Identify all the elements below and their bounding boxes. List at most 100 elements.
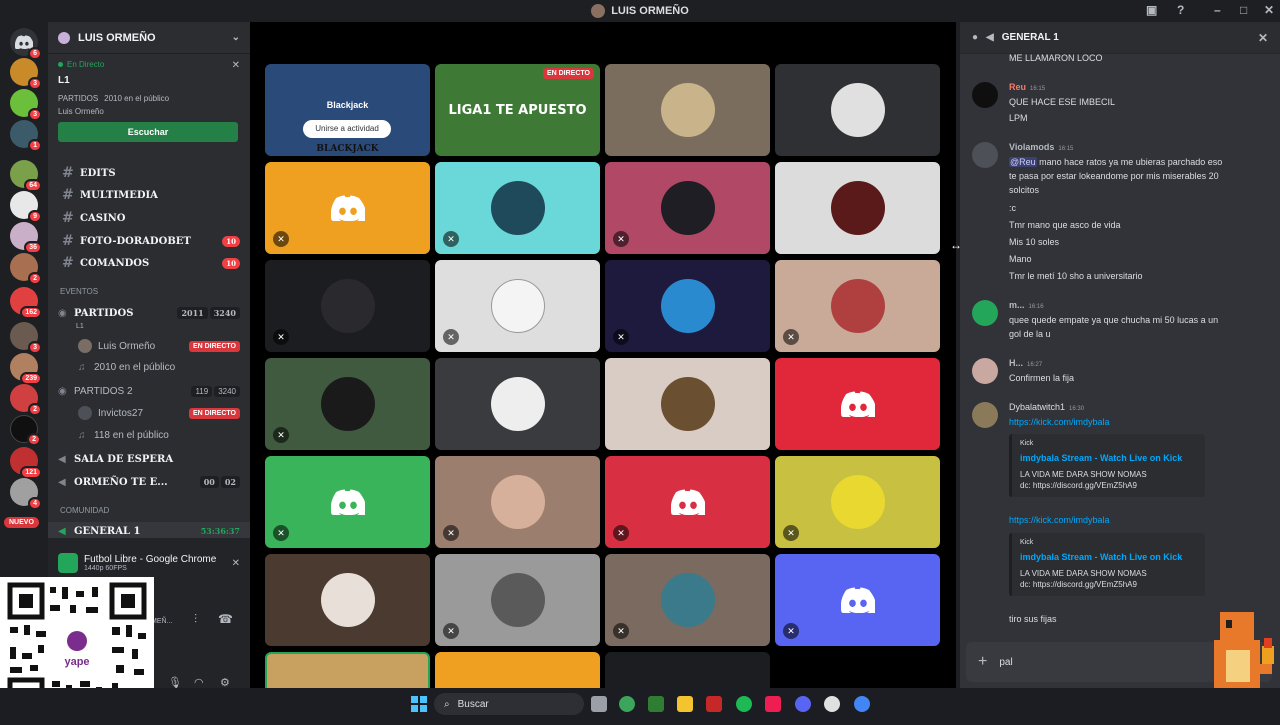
message-author[interactable]: Dybalatwitch1 16:30 bbox=[1009, 402, 1084, 412]
app-icon[interactable] bbox=[706, 696, 722, 712]
voice-user-row[interactable]: Invictos27 EN DIRECTO bbox=[48, 404, 250, 422]
server-icon[interactable]: 3 bbox=[10, 322, 42, 354]
participant-tile[interactable]: ✕ bbox=[435, 554, 600, 646]
message-author[interactable]: m... 16:16 bbox=[1009, 300, 1044, 310]
participant-tile[interactable] bbox=[435, 652, 600, 688]
participant-tile[interactable] bbox=[605, 652, 770, 688]
participant-tile[interactable]: ✕ bbox=[775, 554, 940, 646]
participant-tile[interactable]: ✕ bbox=[265, 358, 430, 450]
participant-tile[interactable]: ✕ bbox=[265, 260, 430, 352]
tiktok-icon[interactable] bbox=[765, 696, 781, 712]
server-icon[interactable]: 4 bbox=[10, 478, 42, 510]
participant-tile-speaking[interactable] bbox=[265, 652, 430, 688]
category-comunidad[interactable]: COMUNIDAD bbox=[60, 506, 109, 515]
participant-tile[interactable] bbox=[605, 358, 770, 450]
channel-comandos[interactable]: # COMANDOS 10 bbox=[48, 254, 250, 272]
embed-title[interactable]: imdybala Stream - Watch Live on Kick bbox=[1020, 552, 1197, 562]
channel-casino[interactable]: # CASINO bbox=[48, 209, 250, 227]
channel-edits[interactable]: # EDITS bbox=[48, 164, 250, 182]
close-window-icon[interactable]: ✕ bbox=[1264, 3, 1274, 17]
composer-input[interactable]: pal bbox=[999, 657, 1012, 668]
message-link[interactable]: https://kick.com/imdybala bbox=[1009, 416, 1249, 429]
participant-tile[interactable]: ✕ bbox=[605, 554, 770, 646]
spotify-icon[interactable] bbox=[736, 696, 752, 712]
participant-tile[interactable]: ✕ bbox=[435, 162, 600, 254]
task-view-icon[interactable] bbox=[591, 696, 607, 712]
category-events[interactable]: EVENTOS bbox=[60, 287, 98, 296]
message-author[interactable]: Reu 16:15 bbox=[1009, 82, 1045, 92]
listen-button[interactable]: Escuchar bbox=[58, 122, 238, 142]
close-chat-icon[interactable]: ✕ bbox=[1258, 31, 1268, 45]
server-icon[interactable]: 64 bbox=[10, 160, 42, 192]
server-icon[interactable]: 2 bbox=[10, 253, 42, 285]
server-icon[interactable]: 239 bbox=[10, 353, 42, 385]
voice-ormeno[interactable]: ◀ ORMEÑO TE E... 00 02 bbox=[48, 473, 250, 491]
avatar[interactable] bbox=[972, 142, 998, 168]
server-icon[interactable]: 3 bbox=[10, 58, 42, 90]
avatar[interactable] bbox=[972, 402, 998, 428]
server-icon[interactable]: 121 bbox=[10, 447, 42, 479]
participant-tile[interactable]: ✕ bbox=[435, 456, 600, 548]
participant-tile[interactable] bbox=[435, 358, 600, 450]
minecraft-icon[interactable] bbox=[648, 696, 664, 712]
app-icon[interactable] bbox=[824, 696, 840, 712]
stop-stream-icon[interactable]: ✕ bbox=[232, 558, 240, 569]
participant-tile[interactable]: ✕ bbox=[265, 456, 430, 548]
avatar[interactable] bbox=[972, 300, 998, 326]
message-link[interactable]: https://kick.com/imdybala bbox=[1009, 514, 1249, 527]
add-attachment-icon[interactable]: + bbox=[978, 653, 987, 671]
close-icon[interactable]: ✕ bbox=[232, 60, 240, 71]
participant-tile[interactable] bbox=[775, 162, 940, 254]
voice-audience-row[interactable]: ♫ 2010 en el público bbox=[48, 358, 250, 376]
participant-tile[interactable]: ✕ bbox=[775, 456, 940, 548]
server-icon[interactable]: 1 bbox=[10, 120, 42, 152]
discord-home-icon[interactable]: 6 bbox=[10, 28, 42, 60]
user-mention[interactable]: @Reu bbox=[1009, 157, 1037, 167]
participant-tile[interactable]: ✕ bbox=[605, 260, 770, 352]
participant-tile[interactable]: ✕ bbox=[265, 162, 430, 254]
server-icon[interactable]: 2 bbox=[10, 415, 41, 446]
chrome-icon[interactable] bbox=[619, 696, 635, 712]
message-author[interactable]: Violamods 16:15 bbox=[1009, 142, 1073, 152]
participant-tile[interactable]: ✕ bbox=[775, 260, 940, 352]
server-icon[interactable]: 2 bbox=[10, 384, 42, 416]
minimize-icon[interactable]: – bbox=[1214, 3, 1221, 17]
avatar[interactable] bbox=[972, 358, 998, 384]
voice-audience-row[interactable]: ♫ 118 en el público bbox=[48, 426, 250, 444]
stream-tile-liga1[interactable]: LIGA1 TE APUESTO EN DIRECTO bbox=[435, 64, 600, 156]
participant-tile[interactable]: ✕ bbox=[605, 456, 770, 548]
chrome-profile-icon[interactable] bbox=[854, 696, 870, 712]
help-icon[interactable]: ? bbox=[1177, 3, 1184, 17]
participant-tile[interactable] bbox=[775, 64, 940, 156]
disconnect-icon[interactable]: ☎ bbox=[218, 612, 233, 626]
message-author[interactable]: H... 16:27 bbox=[1009, 358, 1042, 368]
taskbar-search[interactable]: ⌕ Buscar bbox=[434, 693, 584, 715]
participant-tile[interactable]: ✕ bbox=[435, 260, 600, 352]
maximize-icon[interactable]: □ bbox=[1240, 3, 1247, 17]
join-activity-button[interactable]: Unirse a actividad bbox=[303, 120, 391, 138]
server-icon[interactable]: 9 bbox=[10, 191, 42, 223]
server-icon[interactable]: 162 bbox=[10, 287, 42, 319]
voice-partidos-2[interactable]: ◉ PARTIDOS 2 119 3240 bbox=[48, 382, 250, 400]
embed-title[interactable]: imdybala Stream - Watch Live on Kick bbox=[1020, 453, 1197, 463]
server-icon[interactable]: 3 bbox=[10, 89, 42, 121]
chevron-down-icon[interactable]: ⌄ bbox=[232, 32, 240, 43]
participant-tile[interactable]: ✕ bbox=[605, 162, 770, 254]
server-header[interactable]: LUIS ORMEÑO ⌄ bbox=[48, 22, 250, 54]
discord-taskbar-icon[interactable] bbox=[795, 696, 811, 712]
participant-tile[interactable] bbox=[265, 554, 430, 646]
hash-icon: # bbox=[62, 165, 74, 181]
channel-foto-doradobet[interactable]: # FOTO-DORADOBET 10 bbox=[48, 232, 250, 250]
file-explorer-icon[interactable] bbox=[677, 696, 693, 712]
avatar[interactable] bbox=[972, 82, 998, 108]
soundboard-icon[interactable]: ⫶ bbox=[194, 612, 197, 627]
participant-tile[interactable] bbox=[605, 64, 770, 156]
voice-user-row[interactable]: Luis Ormeño EN DIRECTO bbox=[48, 337, 250, 355]
activity-tile-blackjack[interactable]: Blackjack Unirse a actividad BLACKJACK bbox=[265, 64, 430, 156]
windows-start-icon[interactable] bbox=[411, 696, 427, 712]
participant-tile[interactable] bbox=[775, 358, 940, 450]
channel-multimedia[interactable]: # MULTIMEDIA bbox=[48, 186, 250, 204]
inbox-icon[interactable]: ▣ bbox=[1146, 3, 1157, 17]
voice-sala-espera[interactable]: ◀ SALA DE ESPERA bbox=[48, 450, 250, 468]
server-icon[interactable]: 36 bbox=[10, 222, 42, 254]
